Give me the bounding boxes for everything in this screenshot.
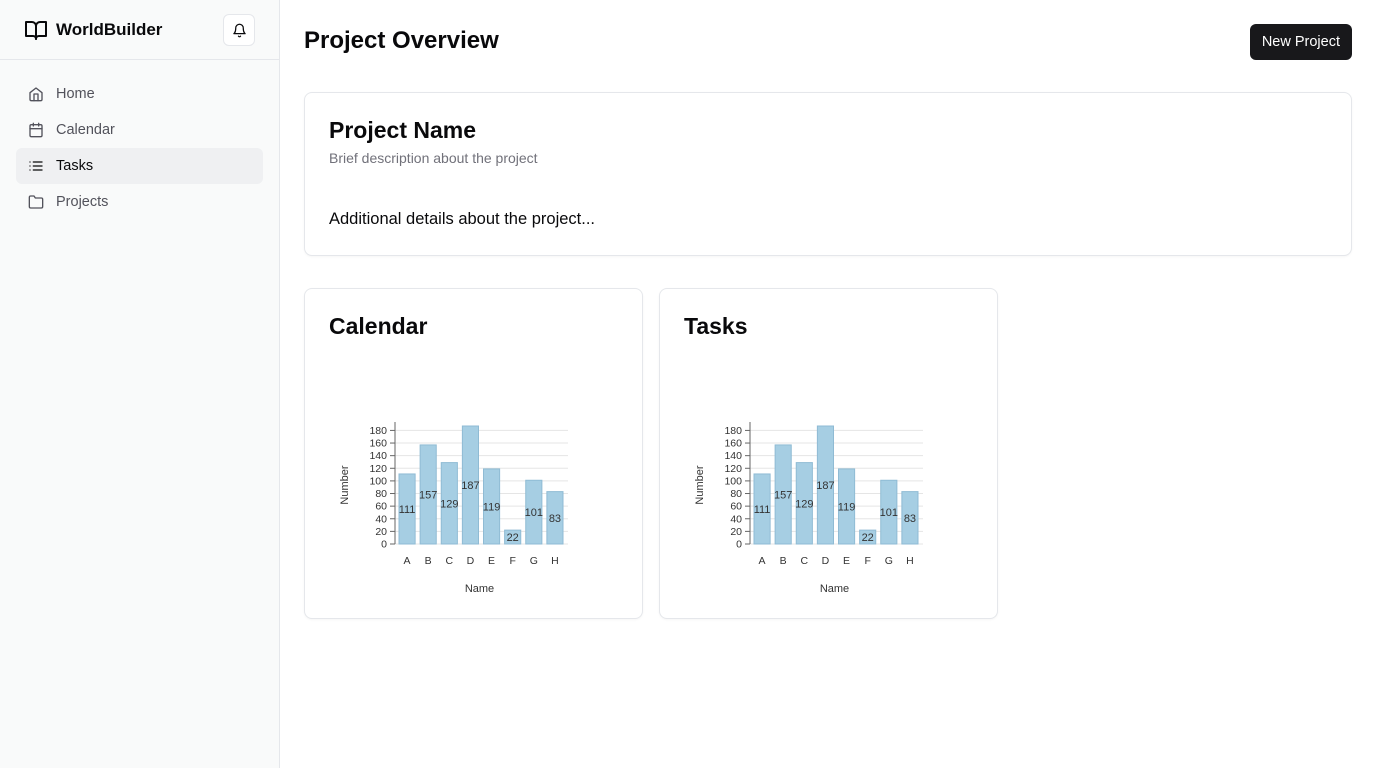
x-tick-label: E — [488, 555, 495, 567]
bar-value-label: 111 — [754, 504, 771, 516]
y-tick-label: 20 — [730, 526, 742, 538]
bar-value-label: 119 — [483, 501, 501, 513]
x-tick-label: B — [425, 555, 432, 567]
sidebar-item-label: Projects — [56, 194, 109, 210]
y-tick-label: 160 — [724, 438, 742, 450]
y-tick-label: 60 — [375, 501, 387, 513]
x-tick-label: H — [906, 555, 914, 567]
sidebar: WorldBuilder Home Calendar Tasks Project… — [0, 0, 280, 768]
y-tick-label: 0 — [381, 539, 387, 551]
y-tick-label: 180 — [369, 425, 387, 437]
x-tick-label: B — [780, 555, 787, 567]
folder-icon — [28, 194, 44, 210]
y-tick-label: 20 — [375, 526, 387, 538]
y-tick-label: 120 — [724, 463, 742, 475]
bar-value-label: 101 — [525, 507, 543, 519]
x-tick-label: C — [801, 555, 809, 567]
sidebar-item-home[interactable]: Home — [16, 76, 263, 112]
bar-value-label: 111 — [399, 504, 416, 516]
sidebar-item-calendar[interactable]: Calendar — [16, 112, 263, 148]
x-tick-label: D — [822, 555, 830, 567]
y-tick-label: 40 — [375, 513, 387, 525]
bar-value-label: 129 — [795, 498, 813, 510]
x-tick-label: A — [759, 555, 766, 567]
x-tick-label: H — [551, 555, 559, 567]
bar-value-label: 157 — [419, 489, 437, 501]
app-name: WorldBuilder — [56, 19, 163, 39]
project-card: Project Name Brief description about the… — [304, 92, 1352, 256]
y-tick-label: 140 — [724, 450, 742, 462]
y-axis-label: Number — [694, 465, 706, 504]
sidebar-item-label: Tasks — [56, 158, 94, 174]
bar-value-label: 129 — [440, 498, 458, 510]
x-tick-label: E — [843, 555, 850, 567]
calendar-icon — [28, 122, 44, 138]
y-tick-label: 0 — [736, 539, 742, 551]
y-tick-label: 120 — [369, 463, 387, 475]
x-axis-label: Name — [820, 583, 849, 595]
y-tick-label: 100 — [369, 475, 387, 487]
main-content: Project Overview New Project Project Nam… — [280, 0, 1376, 768]
brand[interactable]: WorldBuilder — [24, 18, 162, 42]
bar-value-label: 187 — [461, 480, 479, 492]
bar-value-label: 101 — [880, 507, 898, 519]
page-title: Project Overview — [304, 27, 499, 54]
y-tick-label: 180 — [724, 425, 742, 437]
x-tick-label: F — [509, 555, 515, 567]
y-tick-label: 60 — [730, 501, 742, 513]
book-open-icon — [24, 18, 48, 42]
y-axis-label: Number — [339, 465, 351, 504]
project-details: Additional details about the project... — [329, 210, 596, 228]
bar-value-label: 187 — [816, 480, 834, 492]
list-icon — [28, 158, 44, 174]
x-tick-label: G — [530, 555, 538, 567]
bar-value-label: 83 — [549, 513, 561, 525]
x-tick-label: F — [864, 555, 870, 567]
y-tick-label: 80 — [375, 488, 387, 500]
x-axis-label: Name — [465, 583, 494, 595]
bar-value-label: 119 — [838, 501, 856, 513]
sidebar-nav: Home Calendar Tasks Projects — [0, 60, 279, 236]
x-tick-label: G — [885, 555, 893, 567]
bell-icon — [232, 23, 247, 38]
x-tick-label: C — [446, 555, 454, 567]
y-tick-label: 80 — [730, 488, 742, 500]
tasks-chart-card: Tasks 0 20 40 60 80 100 120 140 160 180 111 A 157 B 12… — [659, 288, 998, 619]
y-tick-label: 100 — [724, 475, 742, 487]
bar-chart: 020406080100120140160180 111 A 157 B 129 C 187 D… — [694, 422, 923, 595]
bar-chart: 020406080100120140160180 111 A 157 B 129 C 187 D… — [339, 422, 568, 595]
home-icon — [28, 86, 44, 102]
notifications-button[interactable] — [223, 14, 255, 46]
sidebar-item-tasks[interactable]: Tasks — [16, 148, 263, 184]
bar-value-label: 157 — [774, 489, 792, 501]
bar-value-label: 22 — [862, 532, 874, 544]
y-tick-label: 160 — [369, 438, 387, 450]
x-tick-label: D — [467, 555, 475, 567]
sidebar-item-label: Home — [56, 86, 95, 102]
sidebar-item-label: Calendar — [56, 122, 115, 138]
sidebar-header: WorldBuilder — [0, 0, 279, 60]
y-tick-label: 140 — [369, 450, 387, 462]
sidebar-item-projects[interactable]: Projects — [16, 184, 263, 220]
project-description: Brief description about the project — [329, 150, 538, 166]
x-tick-label: A — [404, 555, 411, 567]
y-tick-label: 40 — [730, 513, 742, 525]
project-name: Project Name — [329, 117, 477, 143]
new-project-button[interactable]: New Project — [1249, 24, 1352, 60]
calendar-chart-card: Calendar 0 20 40 60 80 100 120 140 160 180 111 A 157… — [304, 288, 643, 619]
bar-value-label: 83 — [904, 513, 916, 525]
bar-value-label: 22 — [507, 532, 519, 544]
